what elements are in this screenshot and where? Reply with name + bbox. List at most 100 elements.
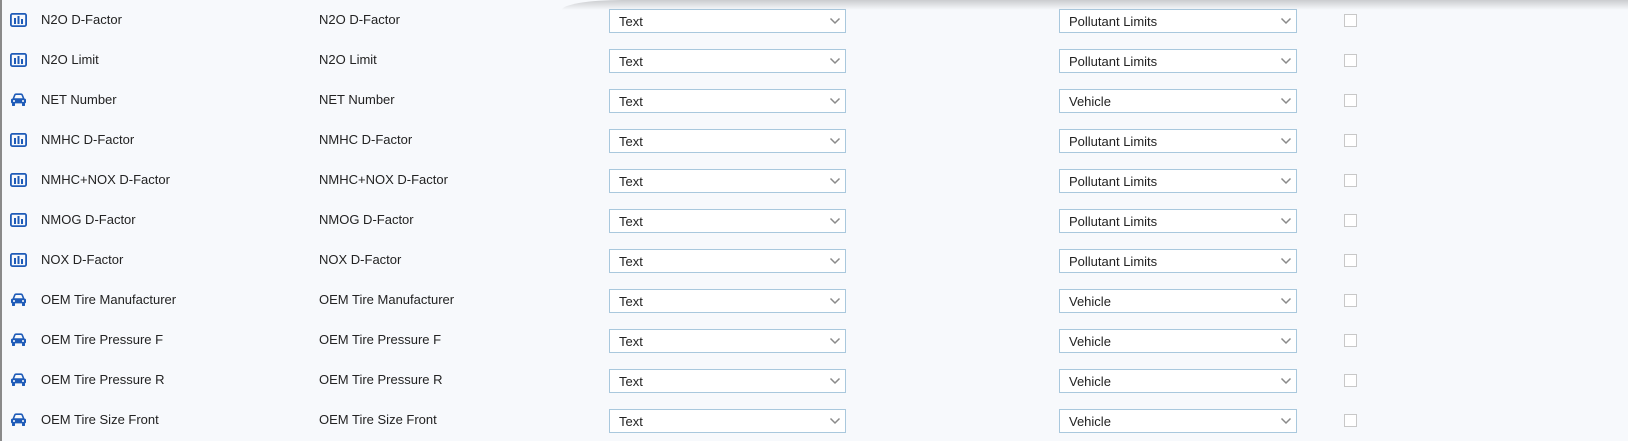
field-category-select[interactable]: Vehicle <box>1059 289 1297 313</box>
chevron-down-icon <box>829 376 841 386</box>
field-row: NOX D-Factor NOX D-Factor Text Pollutant… <box>2 240 1628 280</box>
field-category-select[interactable]: Pollutant Limits <box>1059 49 1297 73</box>
field-label: NMHC+NOX D-Factor <box>319 172 448 187</box>
field-category-select[interactable]: Pollutant Limits <box>1059 9 1297 33</box>
field-category-value: Vehicle <box>1069 374 1111 389</box>
field-label: NOX D-Factor <box>319 252 402 267</box>
field-checkbox[interactable] <box>1344 134 1357 147</box>
field-checkbox[interactable] <box>1344 14 1357 27</box>
field-type-value: Text <box>619 94 643 109</box>
field-type-select[interactable]: Text <box>609 369 846 393</box>
field-name: N2O D-Factor <box>41 12 122 27</box>
chevron-down-icon <box>1280 56 1292 66</box>
field-type-select[interactable]: Text <box>609 329 846 353</box>
field-label: OEM Tire Size Front <box>319 412 437 427</box>
field-type-select[interactable]: Text <box>609 9 846 33</box>
field-category-value: Pollutant Limits <box>1069 174 1158 189</box>
field-type-value: Text <box>619 414 643 429</box>
field-category-value: Pollutant Limits <box>1069 54 1158 69</box>
field-label: OEM Tire Pressure R <box>319 372 443 387</box>
field-checkbox[interactable] <box>1344 54 1357 67</box>
field-name: NOX D-Factor <box>41 252 124 267</box>
chevron-down-icon <box>1280 336 1292 346</box>
field-type-select[interactable]: Text <box>609 289 846 313</box>
field-name: OEM Tire Size Front <box>41 412 159 427</box>
car-icon <box>10 413 27 427</box>
chevron-down-icon <box>1280 416 1292 426</box>
field-label: NET Number <box>319 92 395 107</box>
field-checkbox[interactable] <box>1344 254 1357 267</box>
field-type-select[interactable]: Text <box>609 249 846 273</box>
chevron-down-icon <box>1280 376 1292 386</box>
field-checkbox[interactable] <box>1344 414 1357 427</box>
field-row: OEM Tire Size Front OEM Tire Size Front … <box>2 400 1628 440</box>
field-checkbox[interactable] <box>1344 174 1357 187</box>
field-type-value: Text <box>619 294 643 309</box>
chevron-down-icon <box>1280 176 1292 186</box>
field-row: NMHC D-Factor NMHC D-Factor Text Polluta… <box>2 120 1628 160</box>
field-type-select[interactable]: Text <box>609 409 846 433</box>
field-category-select[interactable]: Pollutant Limits <box>1059 249 1297 273</box>
field-row: OEM Tire Pressure F OEM Tire Pressure F … <box>2 320 1628 360</box>
field-category-select[interactable]: Vehicle <box>1059 89 1297 113</box>
field-name: OEM Tire Pressure R <box>41 372 165 387</box>
field-row: OEM Tire Pressure R OEM Tire Pressure R … <box>2 360 1628 400</box>
field-type-select[interactable]: Text <box>609 169 846 193</box>
field-label: N2O Limit <box>319 52 377 67</box>
field-category-select[interactable]: Pollutant Limits <box>1059 209 1297 233</box>
field-row: N2O D-Factor N2O D-Factor Text Pollutant… <box>2 0 1628 40</box>
field-row: OEM Tire Manufacturer OEM Tire Manufactu… <box>2 280 1628 320</box>
field-list-panel: N2O D-Factor N2O D-Factor Text Pollutant… <box>0 0 1628 441</box>
field-label: NMHC D-Factor <box>319 132 413 147</box>
field-row: NMHC+NOX D-Factor NMHC+NOX D-Factor Text… <box>2 160 1628 200</box>
field-checkbox[interactable] <box>1344 94 1357 107</box>
field-name: NMHC+NOX D-Factor <box>41 172 170 187</box>
field-category-value: Vehicle <box>1069 294 1111 309</box>
field-category-value: Pollutant Limits <box>1069 254 1158 269</box>
field-checkbox[interactable] <box>1344 374 1357 387</box>
chevron-down-icon <box>1280 256 1292 266</box>
car-icon <box>10 373 27 387</box>
field-row: N2O Limit N2O Limit Text Pollutant Limit… <box>2 40 1628 80</box>
field-category-select[interactable]: Pollutant Limits <box>1059 129 1297 153</box>
field-category-value: Pollutant Limits <box>1069 14 1158 29</box>
field-list: N2O D-Factor N2O D-Factor Text Pollutant… <box>2 0 1628 440</box>
field-category-select[interactable]: Vehicle <box>1059 329 1297 353</box>
field-category-select[interactable]: Vehicle <box>1059 369 1297 393</box>
chevron-down-icon <box>829 256 841 266</box>
field-row: NMOG D-Factor NMOG D-Factor Text Polluta… <box>2 200 1628 240</box>
chevron-down-icon <box>829 96 841 106</box>
chevron-down-icon <box>829 16 841 26</box>
field-label: NMOG D-Factor <box>319 212 414 227</box>
chevron-down-icon <box>1280 216 1292 226</box>
field-label: OEM Tire Manufacturer <box>319 292 455 307</box>
bar-chart-icon <box>10 213 27 227</box>
field-type-select[interactable]: Text <box>609 49 846 73</box>
field-name: N2O Limit <box>41 52 99 67</box>
field-category-select[interactable]: Vehicle <box>1059 409 1297 433</box>
field-type-select[interactable]: Text <box>609 209 846 233</box>
car-icon <box>10 293 27 307</box>
field-category-value: Pollutant Limits <box>1069 214 1158 229</box>
field-checkbox[interactable] <box>1344 294 1357 307</box>
field-type-value: Text <box>619 174 643 189</box>
field-type-value: Text <box>619 214 643 229</box>
chevron-down-icon <box>1280 136 1292 146</box>
chevron-down-icon <box>1280 16 1292 26</box>
field-type-value: Text <box>619 54 643 69</box>
bar-chart-icon <box>10 13 27 27</box>
bar-chart-icon <box>10 53 27 67</box>
field-checkbox[interactable] <box>1344 214 1357 227</box>
field-checkbox[interactable] <box>1344 334 1357 347</box>
field-name: OEM Tire Pressure F <box>41 332 164 347</box>
field-category-select[interactable]: Pollutant Limits <box>1059 169 1297 193</box>
field-row: NET Number NET Number Text Vehicle <box>2 80 1628 120</box>
field-type-value: Text <box>619 134 643 149</box>
field-category-value: Pollutant Limits <box>1069 134 1158 149</box>
chevron-down-icon <box>1280 296 1292 306</box>
field-type-select[interactable]: Text <box>609 89 846 113</box>
field-type-select[interactable]: Text <box>609 129 846 153</box>
field-category-value: Vehicle <box>1069 334 1111 349</box>
chevron-down-icon <box>829 216 841 226</box>
bar-chart-icon <box>10 133 27 147</box>
